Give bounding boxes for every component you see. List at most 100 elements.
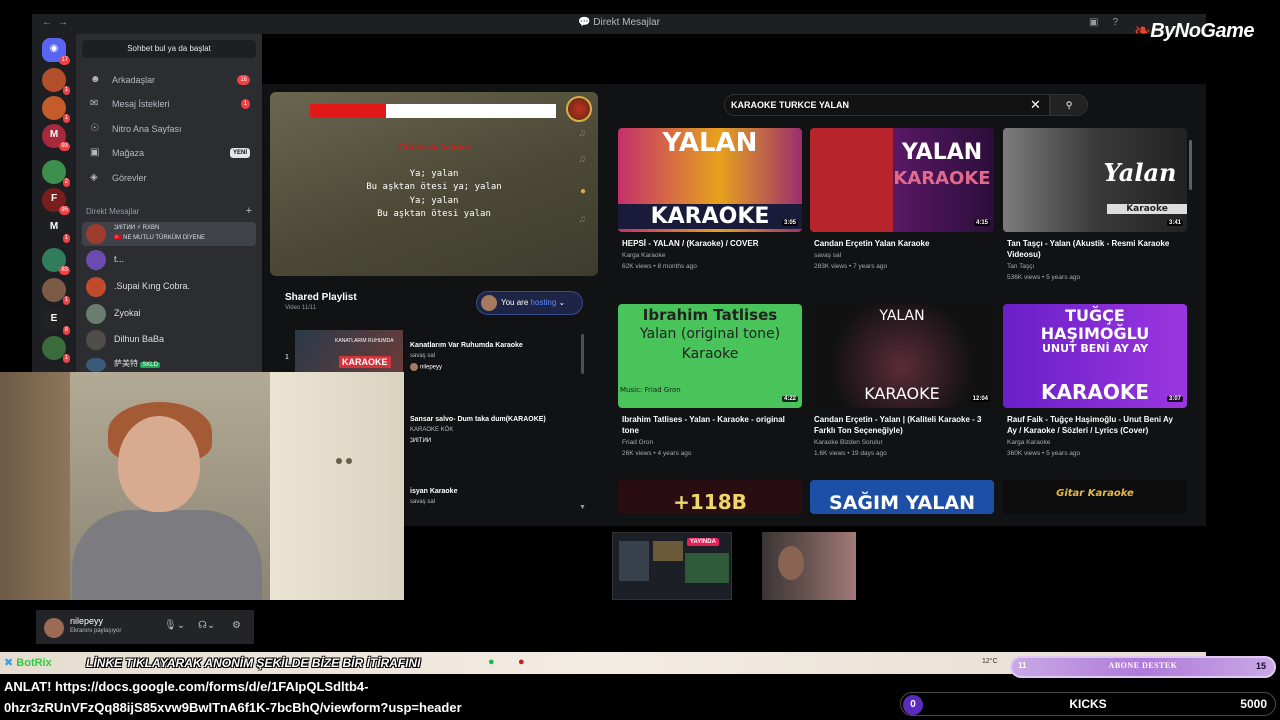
brand-logo: ❧ByNoGame (1133, 20, 1255, 42)
dm-item[interactable]: 萨美特 SKLD (82, 356, 256, 372)
video-thumbnail: Ibrahim Tatlises Yalan (original tone) K… (618, 304, 802, 408)
server-icon[interactable]: E8 (42, 308, 70, 335)
video-card[interactable]: Yalan Karaoke 3:41 Tan Taşçı - Yalan (Ak… (1003, 128, 1187, 298)
dm-item[interactable]: ℷИITИИ ⚡ RXBN 🇹🇷 NE MUTLU TÜRKÜM DİYENE (82, 222, 256, 246)
video-thumbnail: TUĞÇE HAŞIMOĞLU UNUT BENİ AY AY KARAOKE (1003, 304, 1187, 408)
shop-icon: ▣ (90, 147, 100, 158)
knob (336, 458, 342, 464)
video-thumbnail: YALAN KARAOKE (810, 128, 994, 232)
dm-item[interactable]: Dilhun BaBa (82, 328, 256, 352)
video-card[interactable]: YALAN KARAOKE 4:15 Candan Erçetin Yalan … (810, 128, 994, 298)
discord-home-icon[interactable]: ◉ 17 (42, 38, 70, 65)
preview-block (619, 541, 649, 581)
server-icon[interactable]: 2 (42, 160, 70, 187)
lyric-heading: Ortalarda kalırım (398, 142, 470, 152)
server-rail: ◉ 17 1 1 M 93 2 F 95 M1 83 1 E8 1 (32, 34, 76, 372)
camera-preview[interactable] (762, 532, 856, 600)
video-thumbnail: +118B (618, 480, 802, 514)
live-badge: YAYINDA (687, 538, 719, 546)
lyric-line: Bu aşktan ötesi ya; yalan (366, 182, 502, 192)
hosting-button[interactable]: You are hosting ⌄ (476, 291, 583, 315)
sidebar-item-message-requests[interactable]: ✉ Mesaj İstekleri 1 (82, 94, 256, 114)
results-scrollbar[interactable] (1189, 140, 1192, 190)
spotify-icon: ● (488, 656, 495, 668)
preview-block (653, 541, 683, 561)
nitro-icon: ☉ (90, 123, 99, 134)
close-icon[interactable]: ✕ (1030, 97, 1041, 113)
dm-item[interactable]: t... (82, 248, 256, 272)
avatar (86, 277, 106, 297)
participant-face (778, 546, 804, 580)
dm-sidebar: Sohbet bul ya da başlat ☻ Arkadaşlar 16 ✉ M… (76, 34, 262, 372)
mail-icon: ✉ (90, 98, 99, 109)
lyric-line: Ya; yalan (409, 196, 459, 206)
server-icon[interactable]: 1 (42, 68, 70, 95)
song-progress-fill (310, 104, 387, 118)
video-card[interactable]: TUĞÇE HAŞIMOĞLU UNUT BENİ AY AY KARAOKE … (1003, 304, 1187, 474)
video-card[interactable]: SAĞIM YALAN (810, 480, 994, 514)
sidebar-item-quests[interactable]: ◈ Görevler (82, 168, 256, 188)
video-thumbnail: KANATLARIM RUHUMDA KARAOKE (295, 330, 403, 374)
bookshelf (0, 372, 70, 600)
app-icon: ● (518, 656, 525, 668)
avatar[interactable] (44, 618, 64, 638)
stream-preview[interactable]: YAYINDA (612, 532, 732, 600)
youtube-search-input[interactable]: KARAOKE TURKCE YALAN (724, 94, 1050, 116)
server-icon[interactable]: M1 (42, 216, 70, 243)
flame-icon: ❧ (1133, 20, 1151, 42)
video-thumbnail: Gitar Karaoke (1003, 480, 1187, 514)
server-icon[interactable]: 1 (42, 278, 70, 305)
avatar (86, 224, 106, 244)
dm-item[interactable]: .Supai Kıng Cobra. (82, 275, 256, 299)
titlebar-icons: ▣? (1075, 17, 1118, 28)
video-card[interactable]: Gitar Karaoke (1003, 480, 1187, 514)
webcam-feed (0, 372, 404, 600)
find-conversation-button[interactable]: Sohbet bul ya da başlat (82, 40, 256, 58)
headphones-icon[interactable]: ☊⌄ (198, 620, 215, 631)
streamer-body (72, 510, 262, 600)
lyric-line: Ya; yalan (409, 169, 459, 179)
sidebar-item-friends[interactable]: ☻ Arkadaşlar 16 (82, 70, 256, 90)
chevron-down-icon: ⌄ (558, 298, 566, 307)
avatar (86, 250, 106, 270)
server-icon[interactable]: 1 (42, 336, 70, 363)
server-icon[interactable]: M 93 (42, 124, 70, 151)
avatar (481, 295, 497, 311)
video-thumbnail: YALAN KARAOKE (810, 304, 994, 408)
kicks-goal-bar: 0 KICKS 5000 (900, 692, 1276, 716)
video-card[interactable]: YALAN KARAOKE 3:05 HEPSİ - YALAN / (Kara… (618, 128, 802, 298)
user-panel: nilepeyy Ekranını paylaşıyor 🎙⌄ ☊⌄ ⚙ (36, 610, 254, 644)
create-dm-icon[interactable]: + (246, 205, 252, 217)
knob (346, 458, 352, 464)
side-icon: ♫ (578, 128, 587, 139)
window-title: 💬 Direkt Mesajlar (578, 17, 660, 28)
preview-block (685, 553, 729, 583)
microphone-icon[interactable]: 🎙⌄ (164, 620, 185, 631)
chevron-down-icon[interactable]: ▼ (579, 504, 586, 511)
dm-item[interactable]: Zyokai (82, 302, 256, 326)
search-button[interactable]: ⚲ (1050, 94, 1088, 116)
video-card[interactable]: YALAN KARAOKE 12:04 Candan Erçetin - Yal… (810, 304, 994, 474)
server-icon[interactable]: F 95 (42, 188, 70, 215)
video-card[interactable]: Ibrahim Tatlises Yalan (original tone) K… (618, 304, 802, 474)
avatar (86, 330, 106, 350)
wardrobe (270, 372, 404, 600)
trophy-icon (566, 96, 592, 122)
video-thumbnail: YALAN KARAOKE (618, 128, 802, 232)
sidebar-item-nitro[interactable]: ☉ Nitro Ana Sayfası (82, 119, 256, 139)
inbox-icon[interactable]: ▣ (1089, 17, 1098, 28)
playlist-title: Shared Playlist (285, 292, 357, 303)
video-card[interactable]: +118B (618, 480, 802, 514)
window-titlebar: ←→ 💬 Direkt Mesajlar ▣? (32, 14, 1206, 34)
dm-header: Direkt Mesajlar + (86, 205, 252, 217)
streamer-face (118, 416, 200, 512)
help-icon[interactable]: ? (1112, 17, 1118, 28)
playlist-subtitle: Video 11/11 (285, 305, 317, 311)
sidebar-item-shop[interactable]: ▣ Mağaza YENİ (82, 143, 256, 163)
playlist-scrollbar[interactable] (581, 334, 584, 374)
server-icon[interactable]: 1 (42, 96, 70, 123)
settings-gear-icon[interactable]: ⚙ (232, 620, 241, 631)
lyric-line: Bu aşktan ötesi yalan (377, 209, 491, 219)
server-icon[interactable]: 83 (42, 248, 70, 275)
search-icon: ⚲ (1065, 100, 1073, 110)
